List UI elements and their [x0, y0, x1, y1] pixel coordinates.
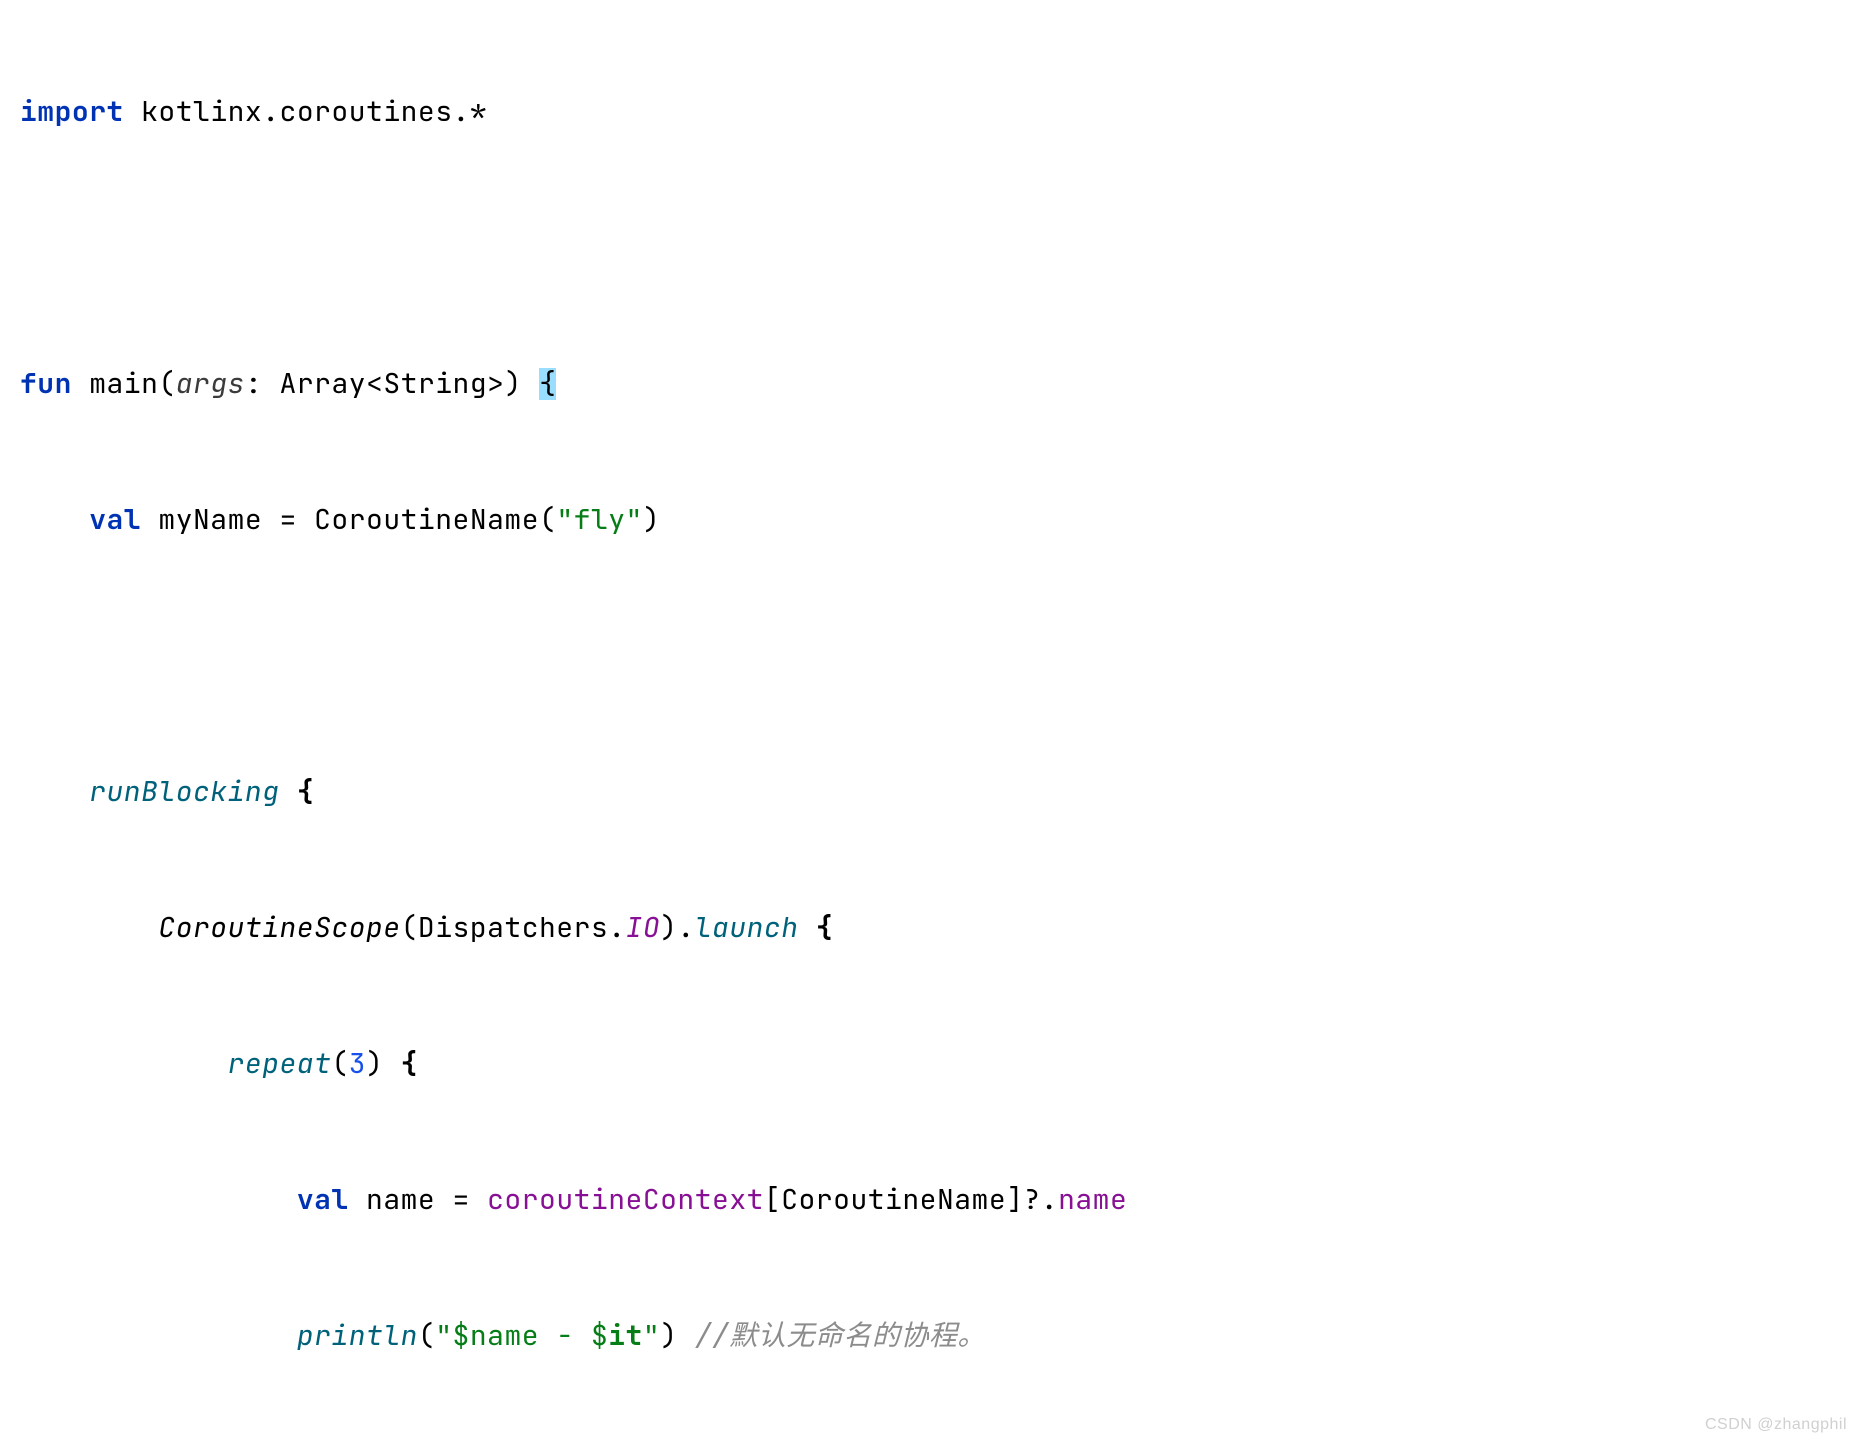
indent: [20, 1181, 297, 1218]
brace-open-highlighted: {: [539, 368, 556, 400]
keyword-val: val: [89, 501, 141, 538]
indent: [20, 501, 89, 538]
paren: (: [539, 501, 556, 538]
paren: (: [158, 365, 175, 402]
paren: ): [504, 365, 521, 402]
fn-repeat: repeat: [228, 1045, 332, 1082]
code-editor-content[interactable]: import kotlinx.coroutines.* fun main(arg…: [20, 10, 1851, 1444]
keyword-fun: fun: [20, 365, 72, 402]
code-line[interactable]: runBlocking {: [20, 758, 1851, 826]
watermark-text: CSDN @zhangphil: [1705, 1416, 1847, 1434]
string-quote: ": [435, 1317, 452, 1354]
string-quote: ": [643, 1317, 660, 1354]
indent: [20, 1317, 297, 1354]
code-line[interactable]: fun main(args: Array<String>) {: [20, 350, 1851, 418]
code-line-blank[interactable]: [20, 622, 1851, 690]
paren: (: [418, 1317, 435, 1354]
brace-open: {: [401, 1045, 418, 1082]
code-line[interactable]: import kotlinx.coroutines.*: [20, 78, 1851, 146]
code-line[interactable]: println("$name - $it") //默认无命名的协程。: [20, 1302, 1851, 1370]
code-line[interactable]: CoroutineScope(Dispatchers.IO).launch {: [20, 894, 1851, 962]
type-annotation: : Array<String>: [245, 365, 505, 402]
variable-decl: myName =: [141, 501, 314, 538]
param-args: args: [176, 365, 245, 402]
code-line[interactable]: val myName = CoroutineName("fly"): [20, 486, 1851, 554]
paren: (: [331, 1045, 348, 1082]
bracket: [: [764, 1181, 781, 1218]
bracket: ]?.: [1006, 1181, 1058, 1218]
prop-coroutinecontext: coroutineContext: [487, 1181, 764, 1218]
paren: ): [660, 1317, 677, 1354]
keyword-import: import: [20, 93, 124, 130]
paren: ): [643, 501, 660, 538]
comment: //默认无命名的协程。: [695, 1317, 986, 1354]
indent: [20, 909, 158, 946]
code-line[interactable]: val name = coroutineContext[CoroutineNam…: [20, 1166, 1851, 1234]
fn-launch: launch: [695, 909, 799, 946]
dispatcher-io: IO: [626, 909, 661, 946]
space: [522, 365, 539, 402]
indent: [20, 1045, 228, 1082]
fn-runblocking: runBlocking: [89, 773, 279, 810]
number-literal: 3: [349, 1045, 366, 1082]
space: [280, 773, 297, 810]
string-template: $name: [453, 1317, 540, 1354]
brace-open: {: [297, 773, 314, 810]
code-line[interactable]: repeat(3) {: [20, 1030, 1851, 1098]
args: ).: [660, 909, 695, 946]
indent: [20, 773, 89, 810]
space: [678, 1317, 695, 1354]
variable-decl: name =: [349, 1181, 487, 1218]
space: [383, 1045, 400, 1082]
brace-open: {: [816, 909, 833, 946]
package-path: kotlinx.coroutines.*: [124, 93, 487, 130]
keyword-val: val: [297, 1181, 349, 1218]
class-coroutinename: CoroutineName: [314, 501, 539, 538]
string-literal: "fly": [556, 501, 643, 538]
string-mid: -: [539, 1317, 591, 1354]
args: (Dispatchers.: [401, 909, 626, 946]
code-line-blank[interactable]: [20, 214, 1851, 282]
class-coroutinescope: CoroutineScope: [158, 909, 400, 946]
code-line[interactable]: }: [20, 1438, 1851, 1444]
fn-println: println: [297, 1317, 418, 1354]
function-name: main: [72, 365, 159, 402]
prop-name: name: [1058, 1181, 1127, 1218]
space: [799, 909, 816, 946]
key-coroutinename: CoroutineName: [781, 1181, 1006, 1218]
string-it: it: [608, 1317, 643, 1354]
string-dollar: $: [591, 1317, 608, 1354]
paren: ): [366, 1045, 383, 1082]
